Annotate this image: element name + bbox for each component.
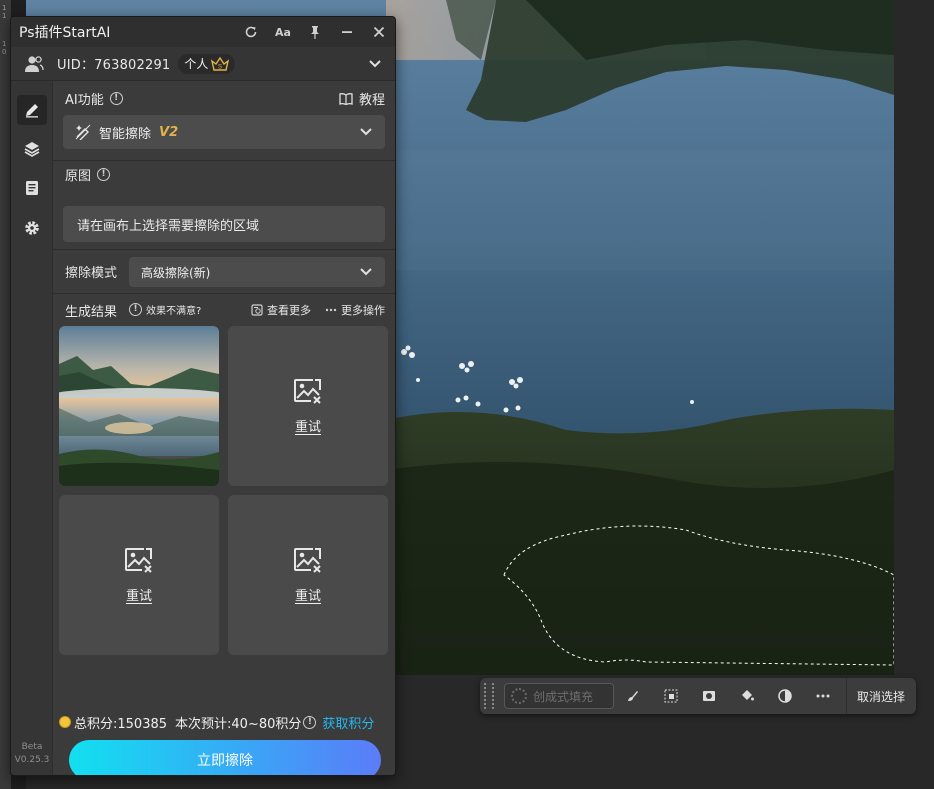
mask-icon[interactable]	[690, 678, 728, 714]
erase-mode-select[interactable]: 高级擦除(新)	[129, 257, 385, 287]
brush-icon[interactable]	[614, 678, 652, 714]
history-icon	[251, 304, 263, 316]
canvas-right-margin	[894, 0, 934, 789]
layers-icon	[24, 142, 40, 157]
credits-bar: 总积分:150385 本次预计:40~80积分 ! 获取积分	[59, 712, 395, 732]
generative-fill-icon	[511, 688, 527, 704]
minimize-icon[interactable]	[331, 17, 363, 47]
get-credits-link[interactable]: 获取积分	[322, 713, 374, 732]
nav-notes[interactable]	[17, 173, 47, 203]
deselect-button[interactable]: 取消选择	[846, 678, 915, 714]
chevron-down-icon[interactable]	[367, 56, 383, 72]
divider	[53, 160, 395, 161]
coin-icon	[59, 716, 71, 728]
pencil-icon	[26, 104, 38, 118]
startai-plugin-panel: Ps插件StartAI Aa UID：763802291 个人 S Beta V…	[10, 16, 396, 776]
plan-badge[interactable]: 个人 S	[178, 53, 236, 74]
info-icon: !	[129, 303, 142, 316]
tool-version-tag: V2	[159, 124, 179, 140]
erase-now-button[interactable]: 立即擦除	[69, 740, 381, 775]
version-number: V0.25.3	[14, 755, 50, 765]
user-info-bar: UID：763802291 个人 S	[11, 47, 395, 81]
info-icon[interactable]: !	[97, 168, 111, 181]
erase-mode-value: 高级擦除(新)	[141, 265, 211, 280]
nav-layers[interactable]	[17, 134, 47, 164]
more-icon	[325, 308, 337, 312]
plan-label: 个人	[184, 57, 209, 71]
notes-icon	[26, 181, 38, 195]
version-stage: Beta	[21, 742, 43, 752]
divider	[53, 249, 395, 250]
side-navigation: Beta V0.25.3	[11, 81, 53, 775]
unsatisfied-label: 效果不满意?	[146, 306, 202, 317]
result-retry-card[interactable]: 重试	[228, 495, 388, 655]
ai-function-label: AI功能	[65, 93, 104, 108]
image-broken-icon	[125, 547, 152, 573]
user-uid: UID：763802291	[57, 58, 171, 73]
result-retry-card[interactable]: 重试	[228, 326, 388, 486]
users-icon	[23, 54, 45, 74]
info-icon[interactable]: !	[109, 92, 123, 105]
adjustment-icon[interactable]	[766, 678, 804, 714]
drag-handle[interactable]	[484, 683, 494, 709]
ai-tool-label: 智能擦除	[99, 126, 152, 142]
results-heading: 生成结果	[65, 301, 117, 320]
font-size-icon[interactable]: Aa	[267, 17, 299, 47]
magic-eraser-icon	[75, 124, 91, 140]
retry-label: 重试	[294, 588, 321, 604]
total-credits: 总积分:150385	[74, 716, 168, 732]
chevron-down-icon	[359, 125, 373, 139]
more-icon[interactable]	[804, 678, 842, 714]
panel-title: Ps插件StartAI	[19, 25, 111, 41]
pin-icon[interactable]	[299, 17, 331, 47]
view-more-button[interactable]: 查看更多	[251, 302, 311, 318]
original-label: 原图	[65, 169, 92, 184]
gear-icon	[25, 221, 39, 235]
unsatisfied-link[interactable]: ! 效果不满意?	[129, 302, 201, 317]
close-icon[interactable]	[363, 17, 395, 47]
result-retry-card[interactable]: 重试	[59, 495, 219, 655]
generative-fill-button[interactable]: 创成式填充	[504, 683, 614, 709]
more-actions-label: 更多操作	[341, 304, 385, 317]
tutorial-link[interactable]: 教程	[339, 89, 385, 108]
view-more-label: 查看更多	[267, 304, 311, 317]
generative-fill-label: 创成式填充	[533, 689, 594, 704]
invert-selection-icon[interactable]	[652, 678, 690, 714]
tutorial-label: 教程	[359, 93, 386, 108]
original-image-hint: 请在画布上选择需要擦除的区域	[63, 206, 385, 242]
nav-settings[interactable]	[17, 213, 47, 243]
paint-bucket-icon[interactable]	[728, 678, 766, 714]
crown-icon: S	[211, 56, 230, 71]
panel-content: AI功能 ! 教程 智能擦除 V2 原图 ! 请在画布上选择需要擦除的区域 擦除…	[53, 81, 395, 775]
info-icon[interactable]: !	[303, 715, 317, 729]
retry-label: 重试	[125, 588, 152, 604]
ai-tool-select[interactable]: 智能擦除 V2	[63, 115, 385, 149]
svg-text:S: S	[218, 64, 222, 70]
ai-function-heading: AI功能 !	[65, 89, 123, 108]
results-label: 生成结果	[65, 305, 118, 320]
chevron-down-icon	[359, 265, 373, 279]
panel-title-bar[interactable]: Ps插件StartAI Aa	[11, 17, 395, 47]
nav-ai-tools[interactable]	[17, 95, 47, 125]
original-heading: 原图 !	[65, 165, 111, 184]
more-actions-button[interactable]: 更多操作	[325, 302, 385, 318]
retry-label: 重试	[294, 419, 321, 435]
divider	[53, 293, 395, 294]
erase-mode-heading: 擦除模式	[65, 262, 117, 281]
erase-mode-label: 擦除模式	[65, 266, 118, 281]
refresh-icon[interactable]	[235, 17, 267, 47]
image-broken-icon	[294, 547, 321, 573]
estimated-credits: 本次预计:40~80积分	[175, 716, 302, 732]
contextual-task-bar: 创成式填充 取消选择	[480, 678, 916, 714]
image-broken-icon	[294, 378, 321, 404]
book-icon	[339, 92, 353, 105]
result-image-card[interactable]	[59, 326, 219, 486]
